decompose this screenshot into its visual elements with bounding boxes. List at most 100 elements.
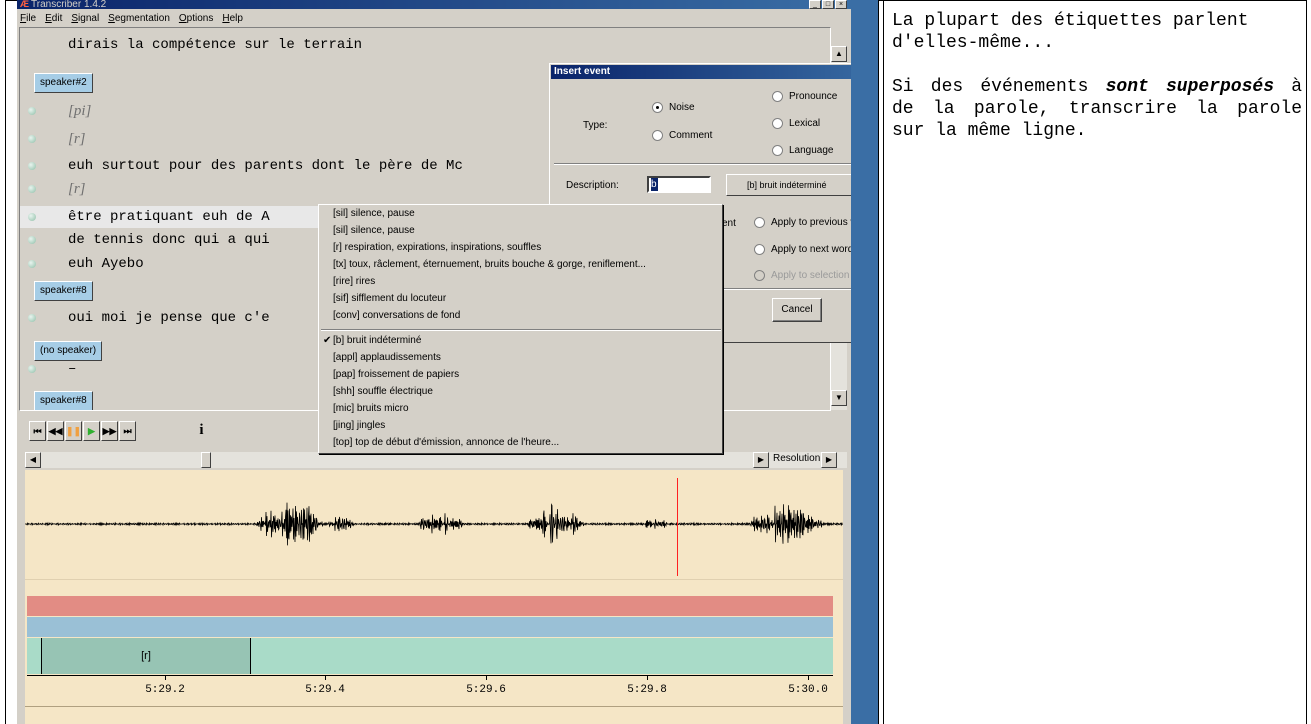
note-emphasis: sont superposés: [1105, 77, 1275, 97]
segment-track-speaker[interactable]: [27, 617, 833, 637]
minimize-button[interactable]: _: [809, 0, 821, 9]
menu-item-shh[interactable]: [shh] souffle électrique: [333, 386, 433, 397]
segment-r[interactable]: [r]: [41, 638, 251, 674]
apply-previous-word-radio[interactable]: Apply to previous word: [754, 217, 851, 228]
menu-item-pap[interactable]: [pap] froissement de papiers: [333, 369, 459, 380]
menu-item-rire[interactable]: [rire] rires: [333, 276, 375, 287]
menu-segmentation[interactable]: Segmentation: [108, 13, 170, 24]
segment-dot-icon[interactable]: [28, 365, 36, 373]
menu-edit[interactable]: Edit: [45, 13, 62, 24]
type-pronounce-radio[interactable]: Pronounce: [772, 91, 837, 102]
time-label: 5:29.4: [305, 684, 345, 696]
radio-icon: [754, 270, 765, 281]
column-divider-inner: [883, 0, 884, 724]
cancel-button[interactable]: Cancel: [772, 298, 822, 322]
signal-bottom-border: [25, 706, 843, 707]
menu-signal[interactable]: Signal: [71, 13, 99, 24]
scroll-up-arrow-icon[interactable]: ▲: [831, 46, 847, 62]
type-label: Type:: [583, 120, 608, 131]
menu-item-appl[interactable]: [appl] applaudissements: [333, 352, 441, 363]
description-label: Description:: [566, 180, 619, 191]
play-icon[interactable]: ▶: [83, 421, 100, 441]
close-window-button[interactable]: ×: [835, 0, 847, 9]
window-titlebar[interactable]: Æ Transcriber 1.4.2 _ □ ×: [17, 0, 851, 9]
note-paragraph-1: La plupart des étiquettes parlent d'elle…: [892, 11, 1249, 53]
time-tick: [647, 675, 648, 680]
info-icon[interactable]: i: [193, 421, 210, 441]
type-lexical-radio[interactable]: Lexical: [772, 118, 820, 129]
checkmark-icon: ✔: [323, 335, 332, 346]
maximize-button[interactable]: □: [822, 0, 834, 9]
segment-dot-icon[interactable]: [28, 236, 36, 244]
segment-dot-icon[interactable]: [28, 260, 36, 268]
instruction-note: La plupart des étiquettes parlent d'elle…: [892, 10, 1302, 142]
extent-label: ent: [722, 218, 736, 229]
type-noise-radio[interactable]: Noise: [652, 102, 695, 113]
segment-dot-icon[interactable]: [28, 213, 36, 221]
signal-scrollbar[interactable]: ◀ ▶ Resolution ▶: [25, 452, 847, 468]
segment-track-topic[interactable]: [27, 596, 833, 616]
menu-item-jing[interactable]: [jing] jingles: [333, 420, 385, 431]
time-tick: [808, 675, 809, 680]
scroll-right-arrow-icon[interactable]: ▶: [821, 452, 837, 468]
radio-icon: [754, 244, 765, 255]
menu-item-sil[interactable]: [sil] silence, pause: [333, 225, 415, 236]
menu-file[interactable]: File: [20, 13, 36, 24]
speaker-button[interactable]: speaker#2: [34, 73, 93, 93]
app-logo-icon: Æ: [20, 0, 29, 9]
scroll-left-arrow-icon[interactable]: ◀: [25, 452, 41, 468]
radio-icon: [772, 91, 783, 102]
speaker-button[interactable]: speaker#8: [34, 391, 93, 410]
fast-forward-icon[interactable]: ▶▶: [101, 421, 118, 441]
playback-cursor[interactable]: [677, 478, 678, 576]
type-language-radio[interactable]: Language: [772, 145, 834, 156]
menu-item-tx[interactable]: [tx] toux, râclement, éternuement, bruit…: [333, 259, 646, 270]
menu-item-r[interactable]: [r] respiration, expirations, inspiratio…: [333, 242, 541, 253]
column-divider: [878, 0, 879, 724]
menu-item-mic[interactable]: [mic] bruits micro: [333, 403, 409, 414]
transcript-line[interactable]: dirais la compétence sur le terrain: [20, 34, 830, 56]
time-label: 5:29.2: [145, 684, 185, 696]
note-paragraph-2: Si des événements sont superposés à de l…: [892, 77, 1303, 141]
waveform[interactable]: [25, 470, 843, 580]
skip-to-end-icon[interactable]: ⏭: [119, 421, 136, 441]
apply-next-word-radio[interactable]: Apply to next word: [754, 244, 851, 255]
segment-dot-icon[interactable]: [28, 135, 36, 143]
type-comment-radio[interactable]: Comment: [652, 130, 712, 141]
radio-selected-icon: [652, 102, 663, 113]
menu-item-conv[interactable]: [conv] conversations de fond: [333, 310, 460, 321]
signal-view[interactable]: [r] 5:29.2 5:29.4 5:29.6 5:29.8 5:30.0: [25, 470, 843, 724]
dialog-titlebar[interactable]: Insert event: [551, 65, 851, 79]
dialog-divider: [720, 288, 851, 290]
segment-dot-icon[interactable]: [28, 314, 36, 322]
segment-dot-icon[interactable]: [28, 162, 36, 170]
menu-options[interactable]: Options: [179, 13, 213, 24]
skip-to-start-icon[interactable]: ⏮: [29, 421, 46, 441]
time-label: 5:29.8: [627, 684, 667, 696]
segment-dot-icon[interactable]: [28, 107, 36, 115]
desktop-background-strip: [851, 0, 878, 724]
radio-icon: [754, 217, 765, 228]
menu-item-sil[interactable]: [sil] silence, pause: [333, 208, 415, 219]
description-input[interactable]: b: [647, 176, 711, 193]
scroll-down-arrow-icon[interactable]: ▼: [831, 390, 847, 406]
transcriber-window: Æ Transcriber 1.4.2 _ □ × File Edit Sign…: [17, 0, 851, 724]
menu-help[interactable]: Help: [222, 13, 243, 24]
description-dropdown-menu: [sil] silence, pause [sil] silence, paus…: [318, 204, 723, 454]
segment-dot-icon[interactable]: [28, 185, 36, 193]
menu-item-sif[interactable]: [sif] sifflement du locuteur: [333, 293, 446, 304]
menu-bar: File Edit Signal Segmentation Options He…: [17, 9, 851, 27]
time-label: 5:30.0: [788, 684, 828, 696]
apply-selection-radio: Apply to selection: [754, 270, 849, 281]
menu-item-top[interactable]: [top] top de début d'émission, annonce d…: [333, 437, 559, 448]
radio-icon: [772, 118, 783, 129]
speaker-button[interactable]: speaker#8: [34, 281, 93, 301]
description-menu-button[interactable]: [b] bruit indéterminé: [726, 174, 851, 196]
menu-separator: [321, 329, 721, 331]
resolution-scroll-right-icon[interactable]: ▶: [753, 452, 769, 468]
menu-item-b[interactable]: [b] bruit indéterminé: [333, 335, 421, 346]
pause-icon[interactable]: ❚❚: [65, 421, 82, 441]
rewind-icon[interactable]: ◀◀: [47, 421, 64, 441]
signal-scroll-thumb[interactable]: [201, 452, 211, 468]
resolution-label: Resolution: [773, 453, 821, 464]
